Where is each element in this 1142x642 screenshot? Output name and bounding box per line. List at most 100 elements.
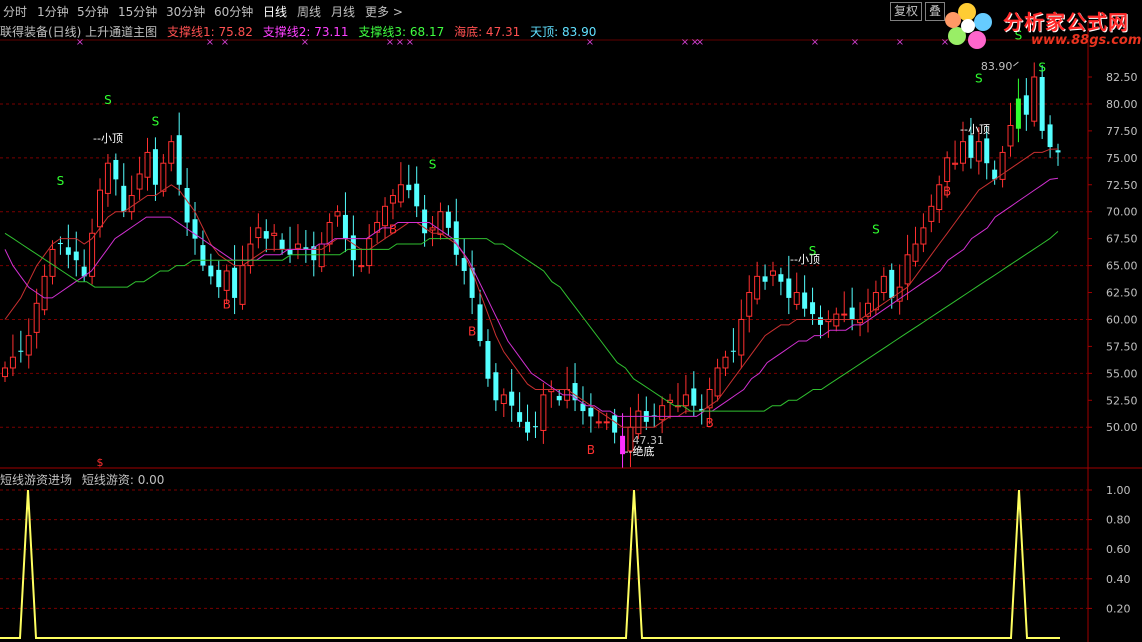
candle-body (556, 395, 562, 401)
top-cross-mark: × (221, 37, 229, 48)
y-tick-label: 52.50 (1106, 394, 1138, 407)
candle-body (730, 350, 736, 352)
candle-body (279, 239, 285, 250)
candle-body (762, 276, 768, 282)
candle-body (968, 135, 974, 158)
y-tick-label: 57.50 (1106, 340, 1138, 353)
candle-body (73, 251, 79, 261)
candle-body (152, 149, 158, 185)
sell-signal-label: S (104, 93, 112, 107)
sub-y-tick-label: 0.80 (1106, 514, 1131, 527)
candle-body (928, 205, 935, 222)
candle-body (136, 173, 143, 190)
candle-body (682, 394, 689, 407)
candle-body (334, 211, 341, 217)
candle-body (97, 189, 104, 228)
buy-signal-label: B (943, 185, 951, 199)
candle-body (509, 391, 515, 406)
candle-body (18, 350, 24, 352)
candle-body (920, 227, 927, 245)
candle-body (223, 270, 230, 291)
logo-text: 分析家公式网 (1003, 10, 1129, 34)
candle-body (239, 265, 246, 305)
candle-body (810, 302, 816, 315)
candle-body (318, 243, 325, 268)
candle-body (540, 394, 547, 431)
candle-body (841, 313, 848, 316)
candle-body (57, 242, 63, 245)
candle-body (952, 162, 959, 165)
y-tick-label: 65.00 (1106, 260, 1138, 273)
y-tick-label: 72.50 (1106, 179, 1138, 192)
candle-body (414, 183, 420, 207)
sub-y-tick-label: 1.00 (1106, 484, 1131, 497)
top-cross-mark: × (681, 37, 689, 48)
top-cross-mark: × (586, 37, 594, 48)
support-line-3 (4, 231, 1059, 412)
buy-signal-label: B (587, 443, 595, 457)
candle-body (461, 258, 467, 271)
high-price-pointer (1013, 61, 1019, 67)
candle-body (208, 265, 214, 277)
candle-body (1031, 76, 1038, 122)
candle-body (9, 356, 16, 369)
candle-body (984, 138, 990, 164)
buy-signal-label: B (389, 222, 397, 236)
candle-body (2, 367, 8, 378)
top-cross-mark: × (206, 37, 214, 48)
candle-body (1047, 124, 1053, 148)
candle-body (817, 317, 823, 325)
candle-body (936, 184, 943, 211)
candle-body (904, 254, 911, 285)
candle-body (738, 318, 745, 356)
y-tick-label: 50.00 (1106, 421, 1138, 434)
dollar-marker: $ (97, 456, 104, 469)
candle-body (128, 195, 135, 213)
top-cross-mark: × (301, 37, 309, 48)
top-cross-mark: × (811, 37, 819, 48)
candle-body (1039, 77, 1045, 131)
site-logo: 分析家公式网 www.88gs.com (945, 0, 1142, 60)
hot-money-line (0, 489, 1060, 639)
sell-signal-label: S (429, 158, 437, 172)
top-cross-mark: × (696, 37, 704, 48)
y-tick-label: 82.50 (1106, 71, 1138, 84)
candle-body (255, 227, 262, 239)
candle-body (382, 205, 389, 227)
candle-body (975, 141, 982, 162)
candle-body (493, 372, 499, 401)
candle-body (1023, 95, 1029, 115)
bottom-label: --绝底 (625, 444, 655, 458)
candle-body (121, 185, 127, 212)
candle-body (271, 232, 278, 236)
candle-body (1007, 124, 1014, 147)
y-tick-label: 62.50 (1106, 287, 1138, 300)
sell-signal-label: S (57, 174, 65, 188)
candle-body (366, 238, 373, 267)
candle-body (287, 249, 293, 255)
y-tick-label: 67.50 (1106, 233, 1138, 246)
y-tick-label: 75.00 (1106, 152, 1138, 165)
y-tick-label: 70.00 (1106, 206, 1138, 219)
candle-body (912, 243, 919, 262)
sub-y-tick-label: 0.40 (1106, 573, 1131, 586)
sell-signal-label: S (872, 222, 880, 236)
candle-body (247, 243, 254, 267)
candle-body (445, 211, 451, 228)
sell-signal-label: S (152, 114, 160, 128)
candle-body (595, 421, 602, 424)
candle-body (517, 412, 523, 422)
candle-body (691, 388, 697, 406)
candle-body (342, 214, 348, 239)
candle-body (429, 227, 436, 231)
candle-body (232, 267, 238, 298)
top-cross-mark: × (396, 37, 404, 48)
logo-url: www.88gs.com (1031, 33, 1142, 48)
buy-signal-label: B (706, 416, 714, 430)
candle-body (33, 302, 40, 333)
candle-body (216, 269, 222, 288)
candle-body (200, 245, 206, 266)
sell-signal-label: S (975, 71, 983, 85)
candle-body (1055, 150, 1061, 153)
candle-body (41, 275, 48, 311)
